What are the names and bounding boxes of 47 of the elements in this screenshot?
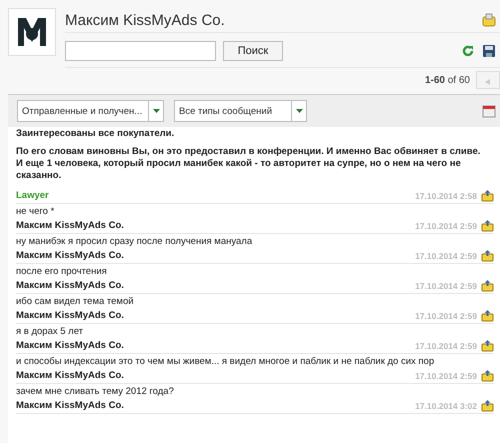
upload-icon[interactable] bbox=[481, 189, 494, 202]
message-time: 17.10.2014 2:59 bbox=[415, 370, 477, 380]
save-icon[interactable] bbox=[482, 44, 496, 58]
message-author: Максим KissMyAds Co. bbox=[16, 370, 124, 381]
message-text: Заинтересованы все покупатели. bbox=[16, 128, 176, 140]
message-author: Lawyer bbox=[16, 190, 49, 201]
message-time: 17.10.2014 2:59 bbox=[415, 340, 477, 350]
message-text: и способы индексации это то чем мы живем... я видел многое и паблик и не паблик до сих пор bbox=[16, 355, 436, 368]
page-range: 1-60 of 60 bbox=[424, 74, 470, 86]
search-field[interactable] bbox=[65, 41, 216, 61]
message-text: я в дорах 5 лет bbox=[16, 325, 84, 338]
message-text: ну манибэк я просил сразу после получения мануала bbox=[16, 235, 254, 248]
upload-icon[interactable] bbox=[481, 279, 494, 292]
calendar-icon[interactable] bbox=[482, 104, 496, 118]
caret-icon bbox=[296, 109, 302, 113]
search-button[interactable]: Поиск bbox=[223, 41, 283, 61]
upload-icon[interactable] bbox=[481, 219, 494, 232]
message-time: 17.10.2014 2:59 bbox=[415, 280, 477, 290]
message-text: после его прочтения bbox=[16, 265, 108, 278]
message-time: 17.10.2014 2:59 bbox=[415, 250, 477, 260]
message-author: Максим KissMyAds Co. bbox=[16, 280, 124, 291]
message-author: Максим KissMyAds Co. bbox=[16, 250, 124, 261]
message-time: 17.10.2014 2:59 bbox=[415, 220, 477, 230]
message-text: не чего * bbox=[16, 205, 56, 218]
filter-dropdown[interactable]: Все типы сообщений bbox=[174, 100, 307, 122]
filter-dropdown[interactable]: Отправленные и получен... bbox=[17, 100, 164, 122]
left-arrow-icon bbox=[485, 78, 491, 84]
upload-icon[interactable] bbox=[481, 399, 494, 412]
message-time: 17.10.2014 3:02 bbox=[415, 400, 477, 410]
message-author: Максим KissMyAds Co. bbox=[16, 310, 124, 321]
message-text: ибо сам видел тема темой bbox=[16, 295, 135, 308]
message-author: Максим KissMyAds Co. bbox=[16, 340, 124, 351]
message-author: Максим KissMyAds Co. bbox=[16, 400, 124, 411]
contact-card-icon[interactable] bbox=[482, 13, 496, 27]
logo-image bbox=[8, 8, 56, 56]
upload-icon[interactable] bbox=[481, 309, 494, 322]
caret-icon bbox=[152, 109, 160, 113]
message-author: Максим KissMyAds Co. bbox=[16, 220, 124, 231]
upload-icon[interactable] bbox=[481, 369, 494, 382]
upload-icon[interactable] bbox=[481, 339, 494, 352]
message-text: По его словам виновны Вы, он это предоставил в конференции. И именно Вас обвиняет в сливе. И еще 1 человека, который просил манибек какой - то авторитет на супре, но о нем на чего не сказанно. bbox=[16, 146, 482, 182]
message-text: зачем мне сливать тему 2012 года? bbox=[16, 385, 175, 398]
contact-name: Максим KissMyAds Co. bbox=[65, 12, 226, 28]
refresh-icon[interactable] bbox=[461, 44, 475, 58]
message-time: 17.10.2014 2:58 bbox=[415, 190, 477, 200]
message-time: 17.10.2014 2:59 bbox=[415, 310, 477, 320]
upload-icon[interactable] bbox=[481, 249, 494, 262]
